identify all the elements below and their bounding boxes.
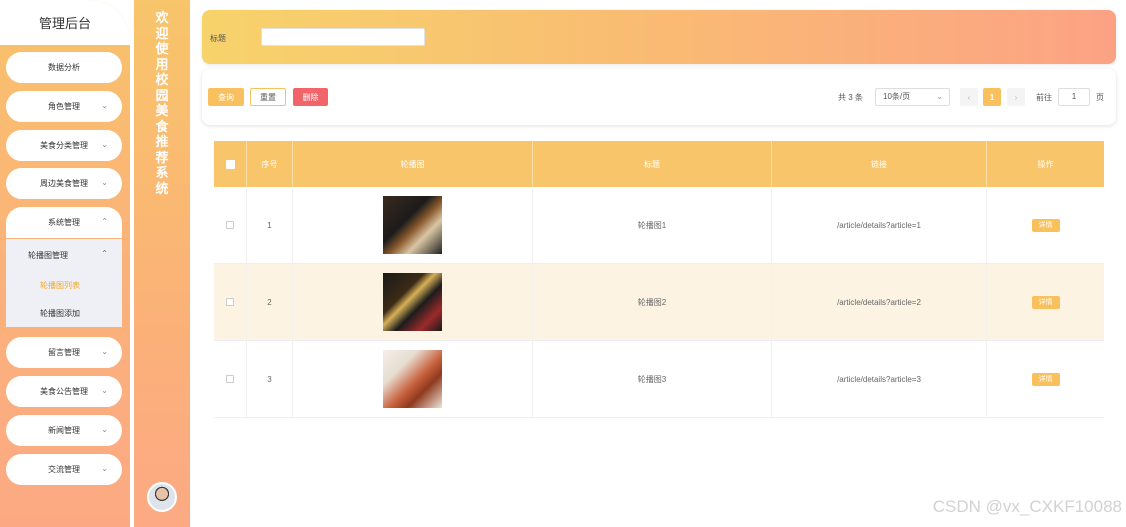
- select-all-cell: [214, 141, 247, 187]
- chevron-down-icon: ⌄: [101, 140, 108, 149]
- menu-item-messages[interactable]: 留言管理 ⌄: [6, 337, 122, 368]
- row-checkbox[interactable]: [226, 375, 234, 383]
- menu-item-system[interactable]: 系统管理 ⌃: [6, 207, 122, 238]
- welcome-text: 欢迎使用校园美食推荐系统: [155, 10, 169, 196]
- sidebar-title: 管理后台: [0, 0, 130, 45]
- chevron-down-icon: ⌄: [101, 386, 108, 395]
- table-row: 3 轮播图3 /article/details?article=3 详情: [214, 341, 1104, 418]
- page-number-button[interactable]: 1: [983, 88, 1001, 106]
- chevron-up-icon: ⌃: [101, 217, 108, 226]
- menu-item-news[interactable]: 新闻管理 ⌄: [6, 415, 122, 446]
- page-size-value: 10条/页: [883, 92, 911, 101]
- chevron-down-icon: ⌄: [101, 464, 108, 473]
- submenu-system: 轮播图管理 ⌃ 轮播图列表 轮播图添加: [6, 239, 122, 327]
- chevron-down-icon: ⌄: [101, 101, 108, 110]
- row-action-cell: 详情: [987, 341, 1104, 417]
- row-image-cell: [293, 187, 533, 263]
- next-page-button[interactable]: ›: [1007, 88, 1025, 106]
- table-row: 2 轮播图2 /article/details?article=2 详情: [214, 264, 1104, 341]
- menu-item-label: 周边美食管理: [40, 179, 88, 188]
- page-size-select[interactable]: 10条/页 ⌄: [875, 88, 950, 106]
- table-row: 1 轮播图1 /article/details?article=1 详情: [214, 187, 1104, 264]
- carousel-image: [383, 273, 442, 331]
- row-select-cell: [214, 187, 247, 263]
- chevron-down-icon: ⌄: [101, 347, 108, 356]
- menu-item-nearby-food[interactable]: 周边美食管理 ⌄: [6, 168, 122, 199]
- carousel-image: [383, 196, 442, 254]
- menu-item-food-notice[interactable]: 美食公告管理 ⌄: [6, 376, 122, 407]
- header-link: 链接: [772, 141, 987, 187]
- query-button[interactable]: 查询: [208, 88, 244, 106]
- goto-label: 前往: [1036, 93, 1052, 102]
- chevron-down-icon: ⌄: [936, 92, 943, 101]
- menu-item-food-category[interactable]: 美食分类管理 ⌄: [6, 130, 122, 161]
- goto-unit: 页: [1096, 93, 1104, 102]
- menu-item-label: 留言管理: [48, 348, 80, 357]
- sublink-carousel-list[interactable]: 轮播图列表: [6, 271, 122, 299]
- row-link: /article/details?article=2: [772, 264, 987, 340]
- delete-button[interactable]: 删除: [293, 88, 328, 106]
- pager-total: 共 3 条: [838, 93, 863, 102]
- menu-item-data-analysis[interactable]: 数据分析: [6, 52, 122, 83]
- header-title: 标题: [533, 141, 772, 187]
- row-no: 3: [247, 341, 293, 417]
- search-input[interactable]: [261, 28, 425, 46]
- detail-button[interactable]: 详情: [1031, 218, 1060, 232]
- menu-item-label: 美食公告管理: [40, 387, 88, 396]
- header-action: 操作: [1037, 159, 1054, 169]
- row-select-cell: [214, 341, 247, 417]
- search-bar: 标题: [202, 10, 1116, 64]
- submenu-title: 轮播图管理: [28, 250, 68, 260]
- toolbar: 查询 重置 删除 共 3 条 10条/页 ⌄ ‹ 1 › 前往 1 页: [202, 69, 1116, 125]
- detail-button[interactable]: 详情: [1031, 372, 1060, 386]
- chevron-down-icon: ⌄: [101, 425, 108, 434]
- row-action-cell: 详情: [987, 187, 1104, 263]
- row-checkbox[interactable]: [226, 221, 234, 229]
- header-image: 轮播图: [293, 141, 533, 187]
- row-image-cell: [293, 341, 533, 417]
- menu-item-label: 数据分析: [48, 63, 80, 72]
- menu-item-label: 交流管理: [48, 465, 80, 474]
- menu-item-label: 角色管理: [48, 102, 80, 111]
- table-header: 序号 轮播图 标题 链接 操作: [214, 141, 1104, 187]
- watermark: CSDN @vx_CXKF10088: [932, 497, 1122, 516]
- row-link: /article/details?article=3: [772, 341, 987, 417]
- menu-item-roles[interactable]: 角色管理 ⌄: [6, 91, 122, 122]
- menu-item-label: 美食分类管理: [40, 141, 88, 150]
- row-title: 轮播图3: [533, 341, 772, 417]
- prev-page-button[interactable]: ‹: [960, 88, 978, 106]
- header-no: 序号: [247, 141, 293, 187]
- chevron-down-icon: ⌄: [101, 178, 108, 187]
- carousel-table: 序号 轮播图 标题 链接 操作 1 轮播图1 /article/details?…: [214, 141, 1104, 418]
- row-link: /article/details?article=1: [772, 187, 987, 263]
- chevron-right-icon: ›: [1014, 92, 1018, 102]
- menu-item-label: 新闻管理: [48, 426, 80, 435]
- row-title: 轮播图2: [533, 264, 772, 340]
- sidebar: 管理后台 数据分析 角色管理 ⌄ 美食分类管理 ⌄ 周边美食管理 ⌄ 系统管理 ⌃ 轮播…: [0, 0, 130, 527]
- menu-item-exchange[interactable]: 交流管理 ⌄: [6, 454, 122, 485]
- goto-page-input[interactable]: 1: [1058, 88, 1090, 106]
- detail-button[interactable]: 详情: [1031, 295, 1060, 309]
- chevron-left-icon: ‹: [967, 92, 971, 102]
- search-label: 标题: [210, 34, 226, 43]
- row-no: 1: [247, 187, 293, 263]
- sublink-carousel-add[interactable]: 轮播图添加: [6, 299, 122, 327]
- avatar[interactable]: [147, 482, 177, 512]
- submenu-carousel[interactable]: 轮播图管理 ⌃: [6, 239, 122, 271]
- row-action-cell: 详情: [987, 264, 1104, 340]
- row-checkbox[interactable]: [226, 298, 234, 306]
- welcome-strip: 欢迎使用校园美食推荐系统: [134, 0, 190, 527]
- reset-button[interactable]: 重置: [250, 88, 286, 106]
- row-select-cell: [214, 264, 247, 340]
- row-title: 轮播图1: [533, 187, 772, 263]
- carousel-image: [383, 350, 442, 408]
- row-image-cell: [293, 264, 533, 340]
- menu-item-label: 系统管理: [48, 218, 80, 227]
- chevron-up-icon: ⌃: [101, 249, 108, 258]
- select-all-checkbox[interactable]: [225, 159, 235, 169]
- row-no: 2: [247, 264, 293, 340]
